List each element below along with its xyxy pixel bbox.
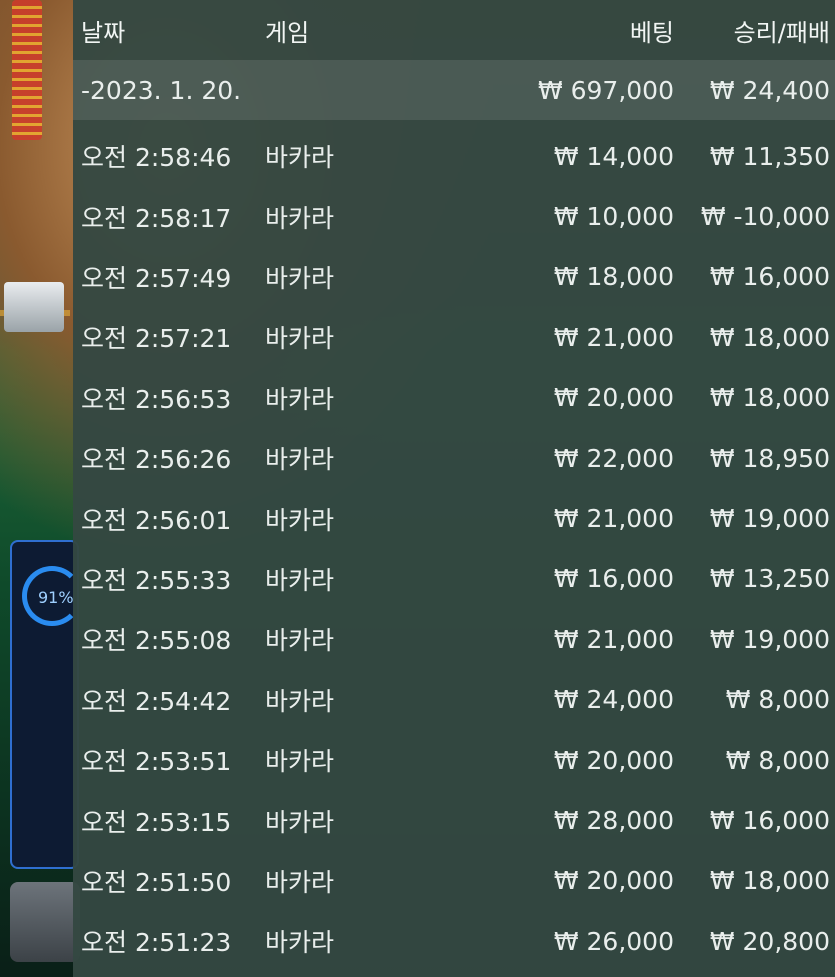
table-row[interactable]: 오전 2:56:53 바카라 ₩ 20,000 ₩ 18,000 bbox=[73, 368, 835, 428]
row-winloss: ₩ 20,800 bbox=[709, 926, 830, 956]
row-time: 오전 2:53:51 bbox=[81, 747, 232, 777]
progress-label: 91% bbox=[38, 588, 74, 607]
row-bet: ₩ 26,000 bbox=[553, 926, 674, 956]
table-row[interactable]: 오전 2:58:46 바카라 ₩ 14,000 ₩ 11,350 bbox=[73, 126, 835, 186]
row-game: 바카라 bbox=[265, 324, 335, 354]
row-time: 오전 2:54:42 bbox=[81, 686, 232, 716]
table-row[interactable]: 오전 2:53:15 바카라 ₩ 28,000 ₩ 16,000 bbox=[73, 790, 835, 850]
row-bet: ₩ 16,000 bbox=[553, 564, 674, 594]
card-shoe bbox=[4, 282, 64, 332]
row-winloss: ₩ 16,000 bbox=[709, 806, 830, 836]
row-bet: ₩ 21,000 bbox=[553, 322, 674, 352]
background-button[interactable] bbox=[10, 882, 80, 962]
row-time: 오전 2:57:21 bbox=[81, 324, 232, 354]
row-game: 바카라 bbox=[265, 928, 335, 958]
row-bet: ₩ 21,000 bbox=[553, 624, 674, 654]
table-header: 날짜 게임 베팅 승리/패배 bbox=[73, 0, 835, 60]
row-bet: ₩ 20,000 bbox=[553, 745, 674, 775]
row-bet: ₩ 28,000 bbox=[553, 806, 674, 836]
row-game: 바카라 bbox=[265, 445, 335, 475]
header-bet[interactable]: 베팅 bbox=[630, 0, 674, 60]
row-game: 바카라 bbox=[265, 384, 335, 414]
header-game[interactable]: 게임 bbox=[265, 0, 309, 60]
row-game: 바카라 bbox=[265, 686, 335, 716]
row-winloss: ₩ 8,000 bbox=[725, 685, 830, 715]
row-bet: ₩ 18,000 bbox=[553, 262, 674, 292]
row-winloss: ₩ 18,000 bbox=[709, 866, 830, 896]
row-winloss: ₩ 8,000 bbox=[725, 745, 830, 775]
row-bet: ₩ 24,000 bbox=[553, 685, 674, 715]
date-summary-row[interactable]: -2023. 1. 20. ₩ 697,000 ₩ 24,400 bbox=[73, 60, 835, 120]
bet-history-panel[interactable]: 날짜 게임 베팅 승리/패배 -2023. 1. 20. ₩ 697,000 ₩… bbox=[73, 0, 835, 977]
row-bet: ₩ 10,000 bbox=[553, 202, 674, 232]
row-game: 바카라 bbox=[265, 505, 335, 535]
summary-date: -2023. 1. 20. bbox=[81, 75, 242, 105]
table-row[interactable]: 오전 2:55:08 바카라 ₩ 21,000 ₩ 19,000 bbox=[73, 609, 835, 669]
table-row[interactable]: 오전 2:58:17 바카라 ₩ 10,000 ₩ -10,000 bbox=[73, 186, 835, 246]
row-game: 바카라 bbox=[265, 626, 335, 656]
row-time: 오전 2:56:01 bbox=[81, 505, 232, 535]
table-row[interactable]: 오전 2:57:49 바카라 ₩ 18,000 ₩ 16,000 bbox=[73, 247, 835, 307]
row-time: 오전 2:51:23 bbox=[81, 928, 232, 958]
table-row[interactable]: 오전 2:53:51 바카라 ₩ 20,000 ₩ 8,000 bbox=[73, 730, 835, 790]
row-winloss: ₩ 11,350 bbox=[709, 141, 830, 171]
row-bet: ₩ 20,000 bbox=[553, 866, 674, 896]
row-bet: ₩ 21,000 bbox=[553, 504, 674, 534]
header-date[interactable]: 날짜 bbox=[81, 0, 125, 60]
row-time: 오전 2:57:49 bbox=[81, 263, 232, 293]
row-winloss: ₩ 18,000 bbox=[709, 383, 830, 413]
row-bet: ₩ 20,000 bbox=[553, 383, 674, 413]
row-bet: ₩ 22,000 bbox=[553, 443, 674, 473]
row-winloss: ₩ 13,250 bbox=[709, 564, 830, 594]
row-winloss: ₩ 19,000 bbox=[709, 504, 830, 534]
row-game: 바카라 bbox=[265, 263, 335, 293]
row-winloss: ₩ 19,000 bbox=[709, 624, 830, 654]
row-winloss: ₩ -10,000 bbox=[700, 202, 830, 232]
table-row[interactable]: 오전 2:56:26 바카라 ₩ 22,000 ₩ 18,950 bbox=[73, 428, 835, 488]
row-winloss: ₩ 18,950 bbox=[709, 443, 830, 473]
table-row[interactable]: 오전 2:55:33 바카라 ₩ 16,000 ₩ 13,250 bbox=[73, 549, 835, 609]
row-time: 오전 2:58:46 bbox=[81, 143, 232, 173]
row-game: 바카라 bbox=[265, 807, 335, 837]
table-row[interactable]: 오전 2:51:23 바카라 ₩ 26,000 ₩ 20,800 bbox=[73, 911, 835, 971]
row-game: 바카라 bbox=[265, 565, 335, 595]
row-game: 바카라 bbox=[265, 143, 335, 173]
summary-bet: ₩ 697,000 bbox=[537, 75, 674, 105]
row-time: 오전 2:53:15 bbox=[81, 807, 232, 837]
table-row[interactable]: 오전 2:54:42 바카라 ₩ 24,000 ₩ 8,000 bbox=[73, 670, 835, 730]
row-time: 오전 2:56:26 bbox=[81, 445, 232, 475]
row-bet: ₩ 14,000 bbox=[553, 141, 674, 171]
table-row[interactable]: 오전 2:57:21 바카라 ₩ 21,000 ₩ 18,000 bbox=[73, 307, 835, 367]
row-time: 오전 2:55:33 bbox=[81, 565, 232, 595]
table-row[interactable]: 오전 2:56:01 바카라 ₩ 21,000 ₩ 19,000 bbox=[73, 488, 835, 548]
row-game: 바카라 bbox=[265, 747, 335, 777]
table-row[interactable]: 오전 2:51:50 바카라 ₩ 20,000 ₩ 18,000 bbox=[73, 851, 835, 911]
row-winloss: ₩ 16,000 bbox=[709, 262, 830, 292]
row-time: 오전 2:58:17 bbox=[81, 203, 232, 233]
row-time: 오전 2:55:08 bbox=[81, 626, 232, 656]
row-game: 바카라 bbox=[265, 203, 335, 233]
header-winloss[interactable]: 승리/패배 bbox=[734, 0, 830, 60]
row-time: 오전 2:56:53 bbox=[81, 384, 232, 414]
summary-winloss: ₩ 24,400 bbox=[709, 75, 830, 105]
decoration-lanterns bbox=[12, 0, 42, 140]
row-game: 바카라 bbox=[265, 867, 335, 897]
row-time: 오전 2:51:50 bbox=[81, 867, 232, 897]
row-winloss: ₩ 18,000 bbox=[709, 322, 830, 352]
